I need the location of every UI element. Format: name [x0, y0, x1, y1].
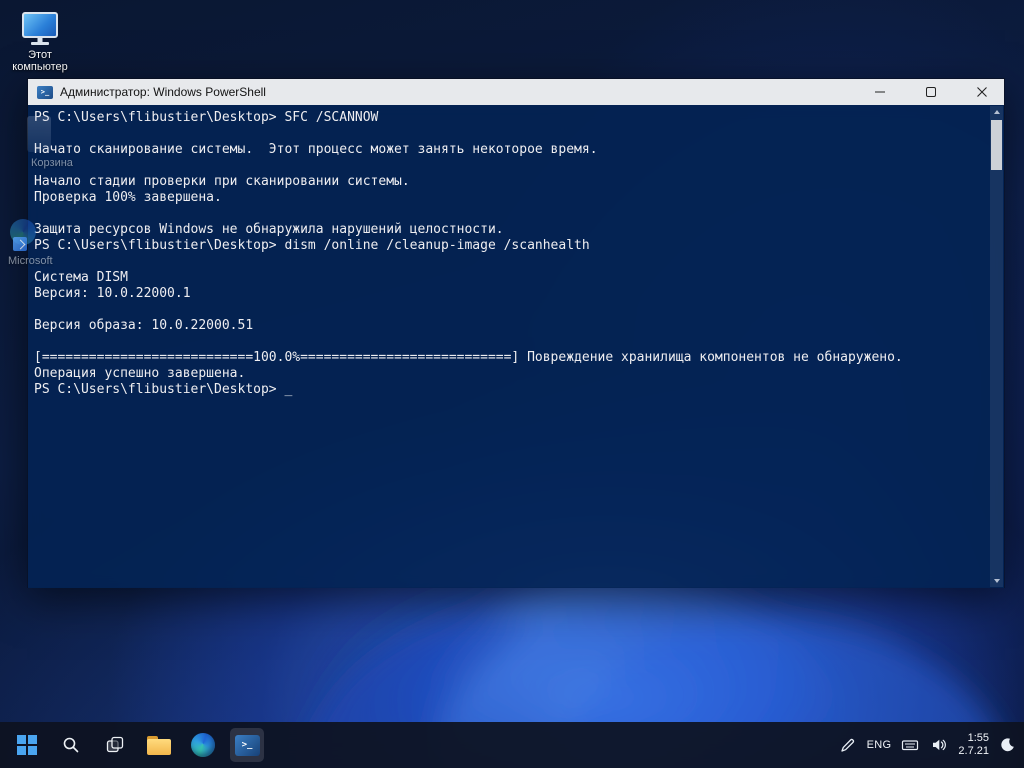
minimize-button[interactable] [858, 79, 902, 105]
terminal-line: Начало стадии проверки при сканировании … [34, 174, 984, 190]
task-view-icon [105, 735, 125, 755]
terminal-line: Система DISM [34, 270, 984, 286]
terminal-cursor: _ [284, 382, 292, 397]
terminal-line [34, 126, 984, 142]
pen-icon[interactable] [838, 735, 858, 755]
terminal-line: Начато сканирование системы. Этот процес… [34, 142, 984, 158]
powershell-button[interactable]: >_ [230, 728, 264, 762]
scrollbar[interactable] [990, 106, 1003, 587]
file-explorer-button[interactable] [142, 728, 176, 762]
terminal[interactable]: PS C:\Users\flibustier\Desktop> SFC /SCA… [28, 105, 1004, 588]
scroll-down-icon[interactable] [990, 575, 1003, 587]
terminal-line: PS C:\Users\flibustier\Desktop> _ [34, 382, 984, 398]
search-button[interactable] [54, 728, 88, 762]
terminal-line [34, 158, 984, 174]
language-indicator[interactable]: ENG [867, 739, 892, 751]
terminal-line [34, 206, 984, 222]
taskbar: >_ ENG 1:55 [0, 722, 1024, 768]
desktop-icon-label: Этот компьютер [8, 49, 72, 73]
close-button[interactable] [960, 79, 1004, 105]
start-button[interactable] [10, 728, 44, 762]
window-title: Администратор: Windows PowerShell [60, 85, 266, 99]
clock-date: 2.7.21 [958, 745, 989, 758]
terminal-line: PS C:\Users\flibustier\Desktop> SFC /SCA… [34, 110, 984, 126]
terminal-line: Операция успешно завершена. [34, 366, 984, 382]
terminal-line: PS C:\Users\flibustier\Desktop> dism /on… [34, 238, 984, 254]
powershell-window: >_ Администратор: Windows PowerShell PS … [27, 78, 1005, 588]
terminal-line [34, 254, 984, 270]
task-view-button[interactable] [98, 728, 132, 762]
start-icon [17, 735, 37, 755]
edge-icon [191, 733, 215, 757]
focus-assist-moon-icon[interactable] [998, 735, 1018, 755]
terminal-line: Проверка 100% завершена. [34, 190, 984, 206]
terminal-output: PS C:\Users\flibustier\Desktop> SFC /SCA… [28, 105, 1004, 588]
edge-button[interactable] [186, 728, 220, 762]
search-icon [61, 735, 81, 755]
maximize-button[interactable] [909, 79, 953, 105]
terminal-line: [===========================100.0%======… [34, 350, 984, 366]
file-explorer-icon [147, 736, 171, 755]
clock[interactable]: 1:55 2.7.21 [958, 732, 989, 758]
window-titlebar[interactable]: >_ Администратор: Windows PowerShell [28, 79, 1004, 105]
terminal-line: Версия образа: 10.0.22000.51 [34, 318, 984, 334]
monitor-icon [22, 12, 58, 38]
system-tray: ENG 1:55 2.7.21 [838, 722, 1018, 768]
desktop-icon-this-pc[interactable]: Этот компьютер [8, 12, 72, 73]
scrollbar-thumb[interactable] [991, 120, 1002, 170]
terminal-line: Версия: 10.0.22000.1 [34, 286, 984, 302]
powershell-icon: >_ [235, 735, 260, 756]
powershell-icon: >_ [37, 86, 53, 99]
terminal-line [34, 302, 984, 318]
touch-keyboard-icon[interactable] [900, 735, 920, 755]
terminal-line [34, 334, 984, 350]
speaker-icon[interactable] [929, 735, 949, 755]
desktop: Этот компьютер >_ Администратор: Windows… [0, 0, 1024, 768]
clock-time: 1:55 [958, 732, 989, 745]
terminal-line: Защита ресурсов Windows не обнаружила на… [34, 222, 984, 238]
scroll-up-icon[interactable] [990, 106, 1003, 118]
